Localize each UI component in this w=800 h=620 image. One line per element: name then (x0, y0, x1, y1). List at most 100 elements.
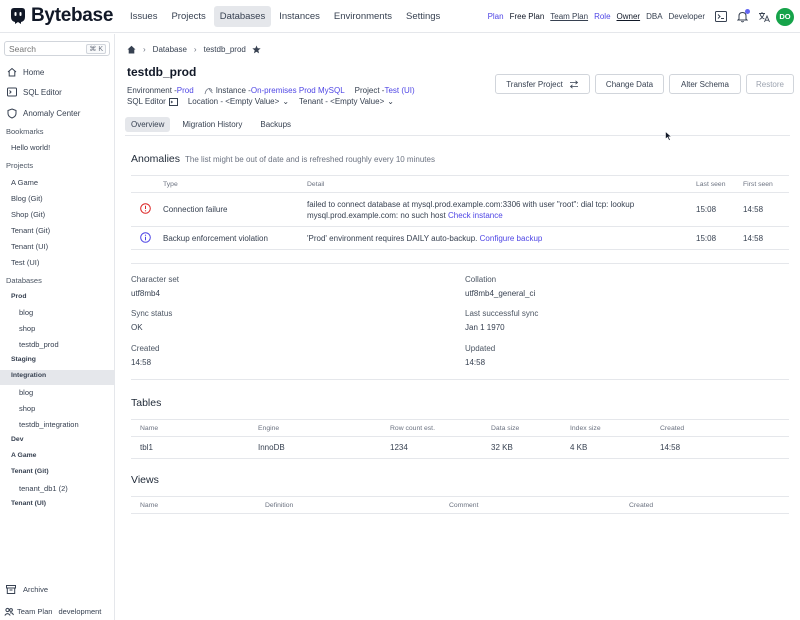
database-item[interactable]: testdb_integration (19, 420, 79, 429)
role-dba[interactable]: DBA (646, 12, 662, 21)
role-developer[interactable]: Developer (669, 12, 705, 21)
change-data-button[interactable]: Change Data (595, 74, 664, 94)
anomaly-detail-text: 'Prod' environment requires DAILY auto-b… (307, 233, 478, 243)
column-header: Created (629, 501, 654, 509)
breadcrumb-database[interactable]: Database (153, 45, 187, 54)
terminal-icon (6, 87, 18, 97)
project-group-tenant-git[interactable]: Tenant (Git) (11, 468, 49, 475)
sidebar-item-archive[interactable]: Archive (6, 585, 48, 594)
search-input[interactable] (9, 43, 89, 54)
project-label: Project - (354, 86, 385, 95)
project-item[interactable]: Shop (Git) (11, 210, 45, 219)
transfer-project-button[interactable]: Transfer Project (495, 74, 590, 94)
column-header: Last seen (696, 180, 726, 188)
sync-status-value: OK (131, 323, 143, 332)
home-icon[interactable] (127, 45, 136, 54)
sql-editor-link[interactable]: SQL Editor (127, 97, 178, 106)
tenant-dropdown[interactable]: Tenant - <Empty Value> ⌄ (299, 97, 394, 106)
first-seen: 14:58 (743, 205, 764, 214)
env-group-dev[interactable]: Dev (11, 436, 23, 443)
tab-backups[interactable]: Backups (254, 117, 297, 132)
anomaly-detail: failed to connect database at mysql.prod… (307, 199, 696, 221)
project-group-tenant-ui[interactable]: Tenant (UI) (11, 500, 46, 507)
search-box[interactable]: ⌘ K (4, 41, 110, 56)
database-item[interactable]: blog (19, 308, 33, 317)
project-item[interactable]: Tenant (Git) (11, 226, 50, 235)
plan-name[interactable]: Team Plan (17, 607, 52, 616)
instance-label: Instance - (215, 86, 251, 95)
home-icon (6, 67, 18, 77)
environment-meta: Environment - Prod (127, 86, 194, 95)
free-plan-link[interactable]: Free Plan (510, 12, 545, 21)
check-instance-link[interactable]: Check instance (448, 211, 503, 220)
env-group-integration[interactable]: Integration (11, 372, 46, 379)
terminal-icon (168, 97, 178, 106)
sql-editor-label: SQL Editor (127, 97, 166, 106)
bytebase-logo-icon (8, 6, 28, 26)
sidebar-item-label: SQL Editor (23, 87, 62, 97)
sidebar-item-home[interactable]: Home (6, 67, 44, 77)
location-dropdown[interactable]: Location - <Empty Value> ⌄ (188, 97, 289, 106)
tab-bar: Overview Migration History Backups (125, 117, 303, 132)
first-seen: 14:58 (743, 233, 764, 243)
nav-issues[interactable]: Issues (124, 6, 163, 27)
column-header: Row count est. (390, 424, 435, 432)
alter-schema-button[interactable]: Alter Schema (669, 74, 741, 94)
mysql-icon (204, 87, 213, 95)
language-icon[interactable] (758, 11, 770, 23)
database-item[interactable]: tenant_db1 (2) (19, 484, 68, 493)
nav-environments[interactable]: Environments (328, 6, 398, 27)
created-label: Created (131, 344, 160, 353)
sidebar-item-sql-editor[interactable]: SQL Editor (6, 87, 62, 97)
restore-button[interactable]: Restore (746, 74, 794, 94)
chevron-right-icon: › (193, 45, 197, 54)
configure-backup-link[interactable]: Configure backup (480, 234, 543, 243)
avatar[interactable]: DO (776, 7, 794, 26)
bookmarks-heading: Bookmarks (6, 127, 44, 136)
table-name[interactable]: tbl1 (131, 443, 258, 452)
database-item[interactable]: shop (19, 324, 35, 333)
location-label: Location - <Empty Value> (187, 97, 280, 106)
sidebar-item-anomaly-center[interactable]: Anomaly Center (6, 108, 80, 119)
logo[interactable]: Bytebase (8, 5, 118, 27)
nav-projects[interactable]: Projects (165, 6, 211, 27)
column-header: Type (163, 180, 178, 188)
database-item[interactable]: shop (19, 404, 35, 413)
env-group-prod[interactable]: Prod (11, 293, 26, 300)
breadcrumb-current: testdb_prod (203, 45, 246, 54)
instance-link[interactable]: On-premises Prod MySQL (251, 86, 345, 95)
team-plan-link[interactable]: Team Plan (550, 12, 588, 21)
table-row[interactable]: tbl1 InnoDB 1234 32 KB 4 KB 14:58 (131, 437, 789, 459)
project-item[interactable]: Tenant (UI) (11, 242, 48, 251)
project-item[interactable]: Test (UI) (11, 258, 39, 267)
bookmark-item[interactable]: Hello world! (11, 143, 50, 152)
updated-label: Updated (465, 344, 496, 353)
project-link[interactable]: Test (UI) (384, 86, 414, 95)
database-item[interactable]: blog (19, 388, 33, 397)
project-group-a-game[interactable]: A Game (11, 452, 36, 459)
project-item[interactable]: A Game (11, 178, 38, 187)
tab-overview[interactable]: Overview (125, 117, 171, 132)
environment-link[interactable]: Prod (177, 86, 194, 95)
tab-migration-history[interactable]: Migration History (176, 117, 248, 132)
project-item[interactable]: Blog (Git) (11, 194, 43, 203)
anomalies-table: Type Detail Last seen First seen Connect… (131, 175, 789, 250)
role-owner[interactable]: Owner (617, 12, 641, 21)
column-header: Created (660, 424, 685, 432)
env-group-staging[interactable]: Staging (11, 356, 36, 363)
nav-instances[interactable]: Instances (273, 6, 326, 27)
anomalies-heading: Anomalies The list might be out of date a… (131, 153, 435, 165)
column-header: Detail (307, 180, 325, 188)
database-item-selected[interactable]: testdb_prod (19, 340, 59, 349)
nav-databases[interactable]: Databases (213, 5, 272, 27)
team-icon (4, 607, 14, 616)
terminal-icon[interactable] (715, 11, 727, 22)
bell-icon[interactable] (737, 8, 750, 23)
star-icon[interactable] (252, 45, 261, 54)
sync-status-label: Sync status (131, 309, 173, 318)
charset-value: utf8mb4 (131, 289, 160, 298)
table-index-size: 4 KB (570, 443, 588, 452)
table-created: 14:58 (660, 443, 681, 452)
nav-settings[interactable]: Settings (400, 6, 446, 27)
section-divider (131, 263, 789, 264)
